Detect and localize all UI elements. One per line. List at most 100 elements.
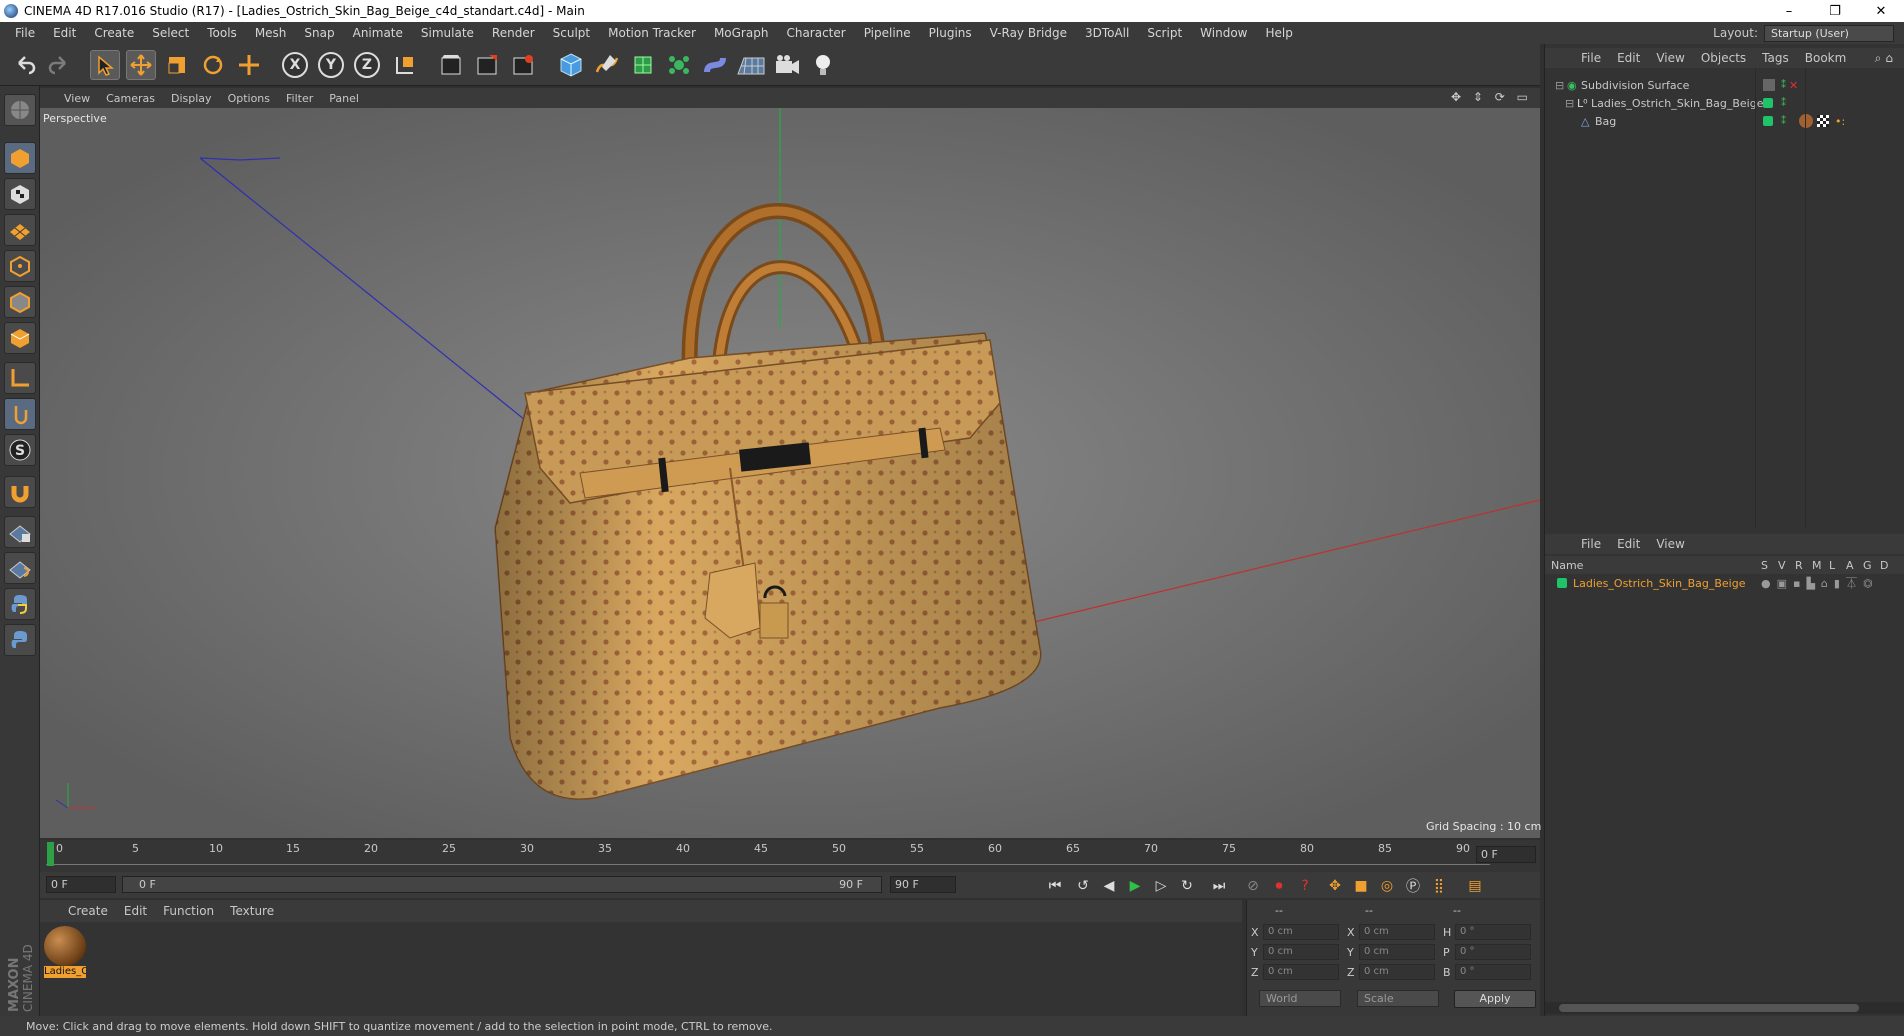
coord-mode-select[interactable]: Scale bbox=[1357, 990, 1439, 1007]
cube-icon[interactable] bbox=[556, 50, 586, 80]
obj-menu-bookmarks[interactable]: Bookm bbox=[1797, 51, 1855, 65]
menu-3dtoall[interactable]: 3DToAll bbox=[1076, 26, 1138, 40]
polygons-mode-icon[interactable] bbox=[4, 322, 36, 354]
timeline-ruler[interactable]: 0 5 10 15 20 25 30 35 40 45 50 55 60 65 … bbox=[46, 842, 1490, 870]
move-icon[interactable] bbox=[126, 50, 156, 80]
rotation-p-field[interactable]: 0 ° bbox=[1455, 944, 1531, 960]
timeline-playhead[interactable] bbox=[47, 842, 54, 866]
obj-menu-file[interactable]: File bbox=[1573, 51, 1609, 65]
menu-select[interactable]: Select bbox=[143, 26, 198, 40]
x-axis-icon[interactable]: X bbox=[280, 50, 310, 80]
tweak-mode-icon[interactable] bbox=[4, 398, 36, 430]
mograph-cloner-icon[interactable] bbox=[664, 50, 694, 80]
y-axis-icon[interactable]: Y bbox=[316, 50, 346, 80]
grid-snap-icon[interactable] bbox=[4, 552, 36, 584]
object-mode-icon[interactable] bbox=[4, 142, 36, 174]
render-settings-icon[interactable] bbox=[508, 50, 538, 80]
close-button[interactable]: ✕ bbox=[1858, 4, 1904, 19]
texture-tag-icon[interactable] bbox=[1817, 115, 1829, 127]
menu-file[interactable]: File bbox=[6, 26, 44, 40]
edges-mode-icon[interactable] bbox=[4, 286, 36, 318]
subdivision-icon[interactable] bbox=[628, 50, 658, 80]
size-y-field[interactable]: 0 cm bbox=[1359, 944, 1435, 960]
viewport-menu-cameras[interactable]: Cameras bbox=[98, 92, 163, 105]
python-icon[interactable] bbox=[4, 588, 36, 620]
obj-menu-objects[interactable]: Objects bbox=[1693, 51, 1754, 65]
magnet-icon[interactable] bbox=[4, 476, 36, 508]
object-row[interactable]: ⊟ L⁰ Ladies_Ostrich_Skin_Bag_Beige ⁑ bbox=[1545, 94, 1904, 112]
menu-character[interactable]: Character bbox=[777, 26, 854, 40]
play-icon[interactable]: ▶ bbox=[1124, 875, 1146, 897]
layer-flag-icons[interactable]: ●▣▪▙⌂▮⏄⏣ bbox=[1761, 575, 1879, 591]
coord-space-select[interactable]: World bbox=[1259, 990, 1341, 1007]
viewport-menu-view[interactable]: View bbox=[56, 92, 98, 105]
spline-pen-icon[interactable] bbox=[592, 50, 622, 80]
menu-pipeline[interactable]: Pipeline bbox=[855, 26, 920, 40]
python-script-icon[interactable] bbox=[4, 624, 36, 656]
range-slider[interactable]: 0 F 90 F bbox=[122, 876, 882, 893]
rotation-b-field[interactable]: 0 ° bbox=[1455, 964, 1531, 980]
scale-icon[interactable] bbox=[162, 50, 192, 80]
position-z-field[interactable]: 0 cm bbox=[1263, 964, 1339, 980]
layer-row[interactable]: Ladies_Ostrich_Skin_Bag_Beige ●▣▪▙⌂▮⏄⏣ bbox=[1545, 574, 1904, 592]
menu-create[interactable]: Create bbox=[85, 26, 143, 40]
next-key-icon[interactable]: ↻ bbox=[1176, 875, 1198, 897]
layer-menu-edit[interactable]: Edit bbox=[1609, 537, 1648, 551]
axis-mode-icon[interactable] bbox=[4, 362, 36, 394]
menu-window[interactable]: Window bbox=[1191, 26, 1256, 40]
prev-frame-icon[interactable]: ◀ bbox=[1098, 875, 1120, 897]
start-frame-field[interactable]: 0 F bbox=[46, 876, 116, 893]
key-rotation-icon[interactable]: ◎ bbox=[1376, 875, 1398, 897]
obj-menu-tags[interactable]: Tags bbox=[1754, 51, 1797, 65]
select-arrow-icon[interactable] bbox=[90, 50, 120, 80]
goto-end-icon[interactable]: ⏭ bbox=[1208, 875, 1230, 897]
workplane-icon[interactable] bbox=[4, 214, 36, 246]
material-menu-function[interactable]: Function bbox=[155, 904, 222, 918]
floor-icon[interactable] bbox=[736, 50, 766, 80]
redo-icon[interactable] bbox=[44, 50, 74, 80]
material-swatch[interactable]: Ladies_O bbox=[44, 926, 86, 978]
world-coords-icon[interactable] bbox=[390, 50, 420, 80]
menu-script[interactable]: Script bbox=[1138, 26, 1191, 40]
snap-icon[interactable]: S bbox=[4, 434, 36, 466]
model-mode-icon[interactable] bbox=[4, 94, 36, 126]
prev-key-icon[interactable]: ↺ bbox=[1072, 875, 1094, 897]
minimize-button[interactable]: – bbox=[1766, 4, 1812, 19]
tag-icon[interactable]: •: bbox=[1835, 115, 1845, 128]
layer-menu-view[interactable]: View bbox=[1648, 537, 1692, 551]
rotation-h-field[interactable]: 0 ° bbox=[1455, 924, 1531, 940]
menu-simulate[interactable]: Simulate bbox=[412, 26, 483, 40]
render-view-icon[interactable] bbox=[436, 50, 466, 80]
material-menu-create[interactable]: Create bbox=[60, 904, 116, 918]
apply-button[interactable]: Apply bbox=[1454, 990, 1536, 1008]
object-layer-icon[interactable] bbox=[1763, 116, 1773, 126]
object-edit-icon[interactable] bbox=[1763, 79, 1775, 91]
viewport-nav-icons[interactable]: ✥ ⇕ ⟳ ▭ bbox=[1451, 90, 1532, 104]
light-icon[interactable] bbox=[808, 50, 838, 80]
menu-render[interactable]: Render bbox=[483, 26, 544, 40]
menu-snap[interactable]: Snap bbox=[295, 26, 343, 40]
viewport-menu-panel[interactable]: Panel bbox=[321, 92, 367, 105]
obj-menu-view[interactable]: View bbox=[1648, 51, 1692, 65]
menu-mograph[interactable]: MoGraph bbox=[705, 26, 778, 40]
menu-help[interactable]: Help bbox=[1256, 26, 1301, 40]
obj-menu-edit[interactable]: Edit bbox=[1609, 51, 1648, 65]
layout-select[interactable]: Startup (User) bbox=[1764, 24, 1894, 42]
menu-animate[interactable]: Animate bbox=[344, 26, 412, 40]
layer-menu-file[interactable]: File bbox=[1573, 537, 1609, 551]
next-frame-icon[interactable]: ▷ bbox=[1150, 875, 1172, 897]
key-param-icon[interactable]: Ⓟ bbox=[1402, 875, 1424, 897]
viewport-menu-display[interactable]: Display bbox=[163, 92, 220, 105]
viewport-menu-options[interactable]: Options bbox=[220, 92, 278, 105]
material-menu-texture[interactable]: Texture bbox=[222, 904, 282, 918]
object-row[interactable]: ⊟ ◉ Subdivision Surface ⁑ ✕ bbox=[1545, 76, 1904, 94]
viewport-menu-filter[interactable]: Filter bbox=[278, 92, 321, 105]
timeline-window-icon[interactable]: ▤ bbox=[1464, 875, 1486, 897]
viewport-3d[interactable] bbox=[40, 108, 1540, 838]
points-mode-icon[interactable] bbox=[4, 250, 36, 282]
rotate-icon[interactable] bbox=[198, 50, 228, 80]
position-x-field[interactable]: 0 cm bbox=[1263, 924, 1339, 940]
object-disable-icon[interactable]: ✕ bbox=[1789, 79, 1798, 92]
obj-search-icon[interactable]: ⌕⌂ bbox=[1875, 51, 1904, 66]
menu-mesh[interactable]: Mesh bbox=[246, 26, 296, 40]
